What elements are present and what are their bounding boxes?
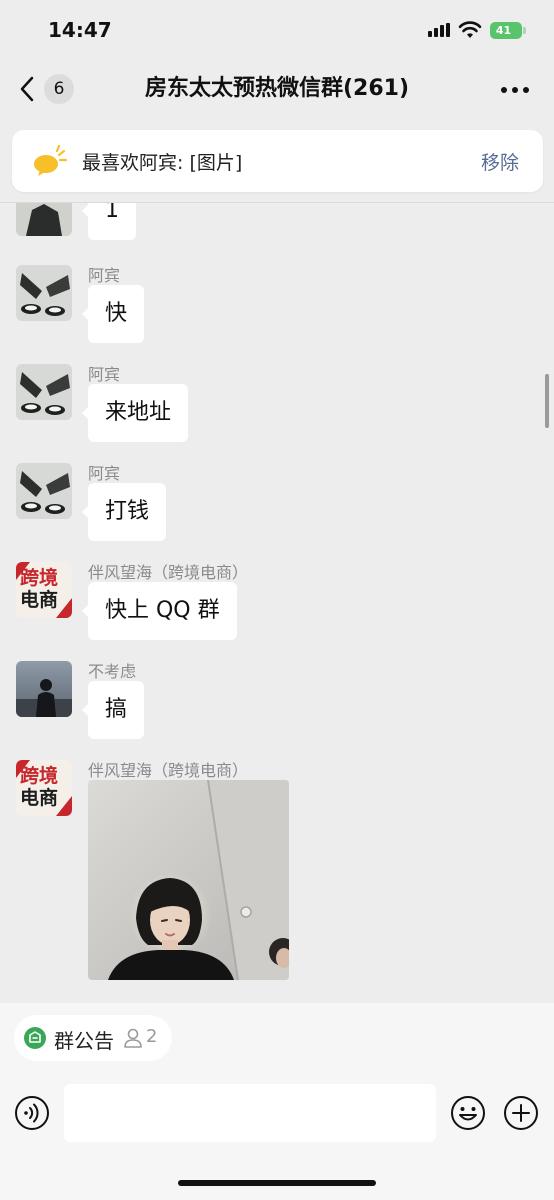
status-time: 14:47 [48, 18, 112, 42]
sender-name: 阿宾 [88, 266, 121, 285]
battery-level: 41 [495, 24, 512, 37]
sender-name: 伴风望海（跨境电商） [88, 563, 249, 582]
cellular-signal-icon [428, 23, 450, 37]
member-count: 2 [146, 1026, 158, 1047]
chevron-left-icon [20, 76, 34, 102]
image-message[interactable] [88, 780, 289, 980]
sender-name: 不考虑 [88, 662, 137, 681]
wifi-icon [458, 21, 482, 38]
message-bubble[interactable]: 打钱 [81, 483, 167, 541]
battery-cap [523, 27, 526, 34]
emoji-icon[interactable] [450, 1095, 486, 1131]
avatar-text-line: 电商 [20, 787, 59, 809]
status-bar: 14:47 41 [0, 0, 554, 60]
sender-avatar[interactable] [16, 265, 72, 321]
chat-title: 房东太太预热微信群(261) [144, 76, 410, 101]
plus-icon[interactable] [503, 1095, 539, 1131]
sender-avatar[interactable] [16, 364, 72, 420]
unread-count-badge: 6 [44, 74, 74, 104]
back-button[interactable]: 6 [18, 74, 78, 106]
pinned-message-bar[interactable]: 最喜欢阿宾: [图片] 移除 [12, 130, 543, 192]
message-list[interactable]: 1 阿宾 快 阿宾 来地址 阿宾 打钱 跨境 电商 伴风望海（跨境电商） 快上 … [0, 203, 554, 1003]
battery-icon: 41 [490, 22, 522, 39]
home-indicator[interactable] [178, 1180, 376, 1186]
avatar-text-line: 跨境 [20, 567, 59, 589]
group-notice-label: 群公告 [54, 1029, 114, 1053]
message-bubble[interactable]: 来地址 [81, 384, 189, 442]
group-notice-button[interactable]: 群公告 2 [14, 1015, 172, 1061]
notice-icon [24, 1027, 46, 1049]
person-icon [124, 1028, 142, 1048]
scroll-indicator[interactable] [545, 374, 549, 428]
remove-pinned-button[interactable]: 移除 [481, 148, 519, 175]
message-input[interactable] [64, 1084, 436, 1142]
speech-bubble-sparkle-icon [34, 145, 68, 176]
more-options-icon[interactable] [497, 78, 533, 102]
message-bubble[interactable]: 快 [81, 285, 145, 343]
sender-avatar[interactable] [16, 463, 72, 519]
message-bubble[interactable]: 1 [82, 203, 136, 240]
avatar-text-line: 跨境 [20, 765, 59, 787]
sender-avatar[interactable] [16, 661, 72, 717]
sender-avatar[interactable]: 跨境 电商 [16, 760, 72, 816]
message-bubble[interactable]: 快上 QQ 群 [82, 582, 237, 640]
voice-input-icon[interactable] [14, 1095, 50, 1131]
avatar-text-line: 电商 [20, 589, 59, 611]
input-area: 群公告 2 [0, 1003, 554, 1200]
sender-avatar[interactable]: 跨境 电商 [16, 562, 72, 618]
nav-bar: 6 房东太太预热微信群(261) [0, 60, 554, 120]
pinned-message-text: 最喜欢阿宾: [图片] [82, 152, 243, 174]
message-bubble[interactable]: 搞 [81, 681, 145, 739]
sender-name: 阿宾 [88, 464, 121, 483]
sender-name: 伴风望海（跨境电商） [88, 761, 249, 780]
sender-name: 阿宾 [88, 365, 121, 384]
sender-avatar[interactable] [16, 203, 72, 236]
